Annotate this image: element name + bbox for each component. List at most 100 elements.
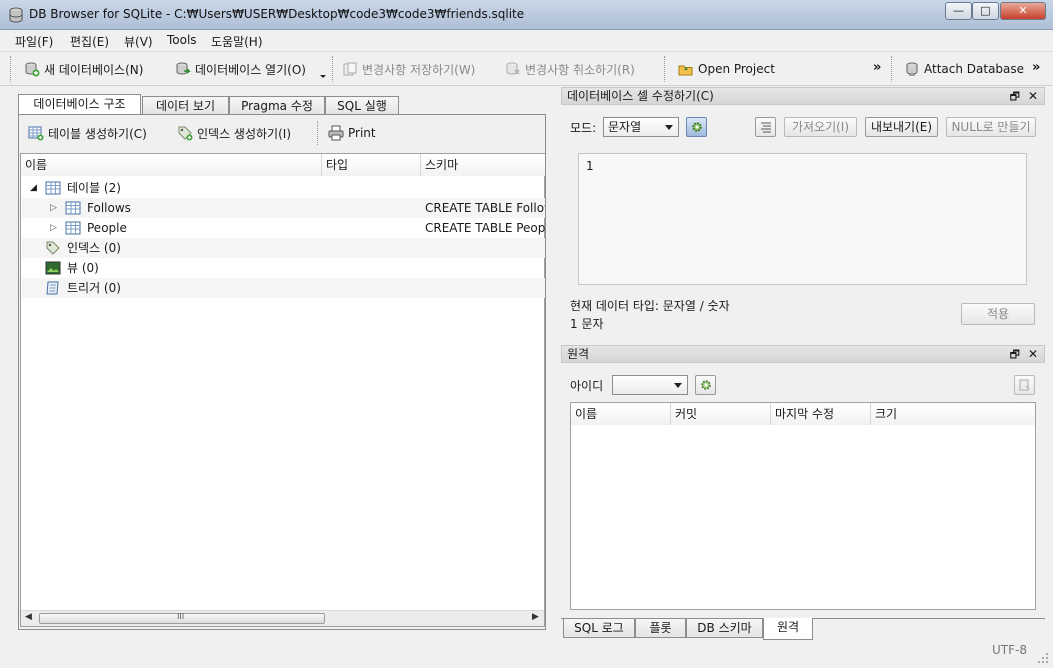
tab-execute-sql[interactable]: SQL 실행 <box>325 96 399 115</box>
write-changes-label: 변경사항 저장하기(W) <box>362 62 476 77</box>
gear-icon <box>700 380 711 390</box>
revert-changes-button[interactable]: 변경사항 취소하기(R) <box>505 59 635 79</box>
toolbar-grip <box>10 56 12 82</box>
app-database-icon <box>9 7 23 23</box>
menu-tools[interactable]: Tools <box>167 33 197 47</box>
toolbar-separator <box>332 56 334 82</box>
menu-view[interactable]: 뷰(V) <box>124 33 153 50</box>
tree-schema-text: CREATE TABLE People <box>425 221 545 235</box>
tab-edit-pragmas[interactable]: Pragma 수정 <box>229 96 325 115</box>
menu-edit[interactable]: 편집(E) <box>70 33 109 50</box>
menu-file[interactable]: 파일(F) <box>15 33 53 50</box>
create-table-button[interactable]: 테이블 생성하기(C) <box>28 123 147 143</box>
remote-push-button[interactable] <box>1014 375 1035 395</box>
horizontal-scrollbar[interactable]: ◀ III ▶ <box>21 610 544 626</box>
scrollbar-grip: III <box>177 612 185 621</box>
column-header-commit[interactable]: 커밋 <box>671 403 771 425</box>
column-header-type[interactable]: 타입 <box>322 154 421 176</box>
column-header-schema[interactable]: 스키마 <box>421 154 545 176</box>
menu-help[interactable]: 도움말(H) <box>211 33 263 50</box>
scrollbar-thumb[interactable]: III <box>39 612 325 624</box>
tab-browse-data[interactable]: 데이터 보기 <box>142 96 229 115</box>
dock-close-icon[interactable]: ✕ <box>1028 88 1038 105</box>
tree-label: Follows <box>87 201 131 215</box>
index-tag-icon <box>46 241 60 255</box>
column-header-name[interactable]: 이름 <box>571 403 671 425</box>
toolbar-separator <box>664 56 666 82</box>
tree-label: 인덱스 (0) <box>67 241 121 255</box>
toolbar-overflow-button[interactable]: » <box>873 60 881 75</box>
new-database-button[interactable]: 새 데이터베이스(N) <box>24 59 143 79</box>
tab-db-schema[interactable]: DB 스키마 <box>686 619 763 638</box>
remote-files-table[interactable]: 이름 커밋 마지막 수정 크기 <box>570 402 1036 610</box>
tab-database-structure[interactable]: 데이터베이스 구조 <box>18 94 141 115</box>
scroll-right-icon[interactable]: ▶ <box>532 612 539 622</box>
expand-arrow-icon[interactable]: ▷ <box>50 218 57 238</box>
auto-switch-mode-button[interactable] <box>686 117 707 137</box>
word-wrap-button[interactable] <box>755 117 776 137</box>
create-index-button[interactable]: 인덱스 생성하기(I) <box>177 123 291 143</box>
tree-label: People <box>87 221 127 235</box>
chevron-down-icon <box>674 383 682 388</box>
tree-label: 뷰 (0) <box>67 261 99 275</box>
current-data-type: 현재 데이터 타입: 문자열 / 숫자 <box>570 299 730 313</box>
cell-content-editor[interactable]: 1 <box>578 153 1027 285</box>
tree-row-triggers[interactable]: 트리거 (0) <box>22 278 545 298</box>
export-button[interactable]: 내보내기(E) <box>865 117 938 137</box>
write-changes-icon <box>343 62 357 76</box>
expand-arrow-icon[interactable]: ▷ <box>50 198 57 218</box>
mode-value: 문자열 <box>608 120 642 134</box>
chevron-down-icon <box>665 125 673 130</box>
identity-select[interactable] <box>612 375 688 395</box>
attach-database-button[interactable]: Attach Database <box>904 59 1024 79</box>
open-database-dropdown-icon[interactable] <box>319 74 327 80</box>
minimize-button[interactable]: — <box>945 2 972 20</box>
column-header-size[interactable]: 크기 <box>871 403 1035 425</box>
close-window-button[interactable]: ✕ <box>1000 2 1046 20</box>
scroll-left-icon[interactable]: ◀ <box>25 612 32 622</box>
tab-plot[interactable]: 플롯 <box>635 619 686 638</box>
tab-remote[interactable]: 원격 <box>763 618 813 640</box>
set-null-button[interactable]: NULL로 만들기 <box>946 117 1036 137</box>
create-index-label: 인덱스 생성하기(I) <box>197 126 291 141</box>
collapse-arrow-icon[interactable]: ◢ <box>30 178 37 198</box>
remote-title: 원격 <box>567 347 590 361</box>
data-size: 1 문자 <box>570 317 604 331</box>
database-structure-panel: 테이블 생성하기(C) 인덱스 생성하기(I) Print 이름 타입 스키마 … <box>18 114 546 630</box>
remote-dock-title: 원격 🗗 ✕ <box>561 345 1045 363</box>
tab-sql-log[interactable]: SQL 로그 <box>563 619 635 638</box>
column-header-name[interactable]: 이름 <box>21 154 322 176</box>
create-index-icon <box>178 126 193 141</box>
open-project-label: Open Project <box>698 62 775 76</box>
dock-close-icon[interactable]: ✕ <box>1028 346 1038 363</box>
import-button[interactable]: 가져오기(I) <box>784 117 857 137</box>
main-toolbar: 새 데이터베이스(N) 데이터베이스 열기(O) 변경사항 저장하기(W) 변경… <box>0 52 1053 86</box>
toolbar-overflow-button-2[interactable]: » <box>1032 60 1040 75</box>
tree-row-tables[interactable]: ◢ 테이블 (2) <box>22 178 545 198</box>
tree-row-views[interactable]: 뷰 (0) <box>22 258 545 278</box>
print-button[interactable]: Print <box>328 123 376 143</box>
tree-label: 테이블 (2) <box>67 181 121 195</box>
table-icon <box>65 221 81 235</box>
tree-schema-text: CREATE TABLE Follows <box>425 201 545 215</box>
print-label: Print <box>348 126 376 140</box>
open-project-button[interactable]: Open Project <box>678 59 775 79</box>
open-database-button[interactable]: 데이터베이스 열기(O) <box>175 59 306 79</box>
identity-label: 아이디 <box>570 379 604 393</box>
view-image-icon <box>45 261 61 275</box>
tree-row-indexes[interactable]: 인덱스 (0) <box>22 238 545 258</box>
identity-settings-button[interactable] <box>695 375 716 395</box>
tables-folder-icon <box>45 181 61 195</box>
resize-grip-icon[interactable] <box>1037 652 1049 664</box>
tree-row-table[interactable]: ▷ People CREATE TABLE People <box>22 218 545 238</box>
maximize-button[interactable]: □ <box>972 2 999 20</box>
tree-row-table[interactable]: ▷ Follows CREATE TABLE Follows <box>22 198 545 218</box>
mode-select[interactable]: 문자열 <box>603 117 679 137</box>
new-database-label: 새 데이터베이스(N) <box>44 62 144 77</box>
write-changes-button[interactable]: 변경사항 저장하기(W) <box>342 59 475 79</box>
column-header-last-modified[interactable]: 마지막 수정 <box>771 403 871 425</box>
apply-button[interactable]: 적용 <box>961 303 1035 325</box>
dock-float-icon[interactable]: 🗗 <box>1010 88 1020 105</box>
dock-float-icon[interactable]: 🗗 <box>1010 346 1020 363</box>
schema-tree[interactable]: 이름 타입 스키마 ◢ 테이블 (2) ▷ Follows CREATE TAB… <box>20 153 545 627</box>
